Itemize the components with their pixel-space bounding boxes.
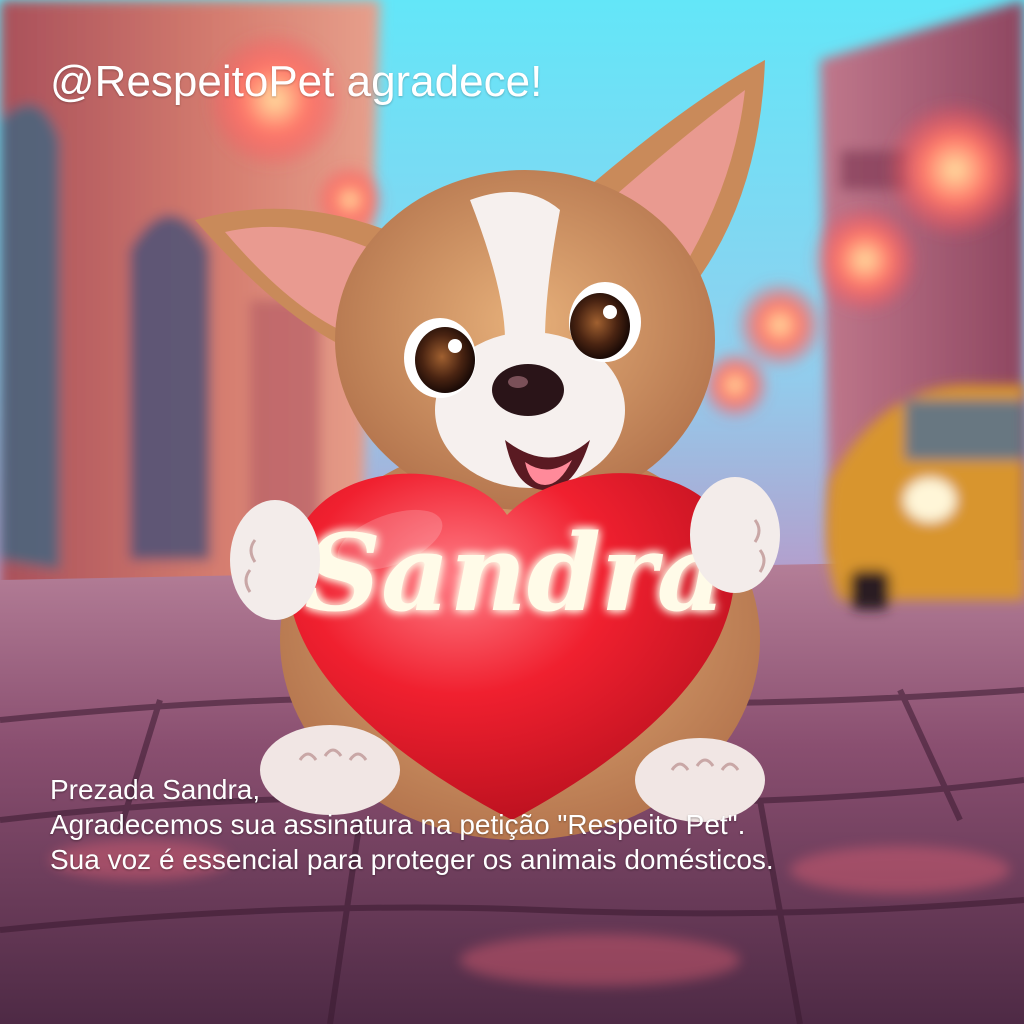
message-greeting: Prezada Sandra, (50, 774, 261, 805)
thank-you-message: Prezada Sandra, Agradecemos sua assinatu… (50, 772, 774, 877)
message-line-1: Agradecemos sua assinatura na petição "R… (50, 809, 746, 840)
postcard: Sandra @RespeitoPet agradece! Prezada Sa… (0, 0, 1024, 1024)
overlay-title: @RespeitoPet agradece! (50, 57, 543, 106)
message-line-2: Sua voz é essencial para proteger os ani… (50, 844, 774, 875)
heart-name: Sandra (305, 510, 726, 635)
